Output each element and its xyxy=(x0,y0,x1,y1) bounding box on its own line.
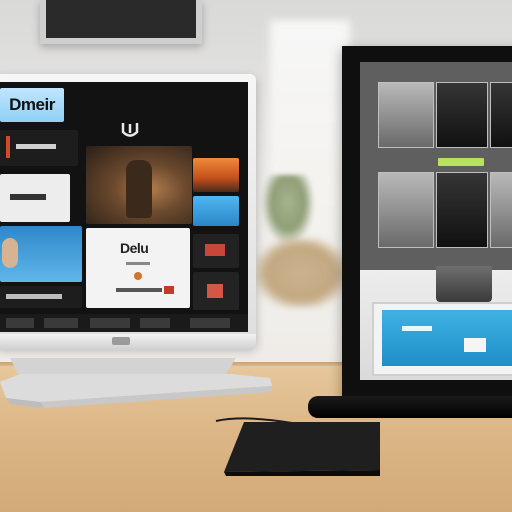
sunset-thumbnail[interactable] xyxy=(193,158,239,192)
menu-tile-3[interactable] xyxy=(0,226,82,282)
menu-tile-2[interactable] xyxy=(0,174,70,222)
side-thumbnail-text xyxy=(205,244,225,256)
featured-text-line xyxy=(116,288,162,292)
left-tv-stand xyxy=(0,352,272,410)
row-cell[interactable] xyxy=(190,318,230,328)
streaming-app-logo-text: Dmeir xyxy=(9,95,55,114)
row-cell[interactable] xyxy=(90,318,130,328)
row-cell[interactable] xyxy=(44,318,78,328)
potted-plant xyxy=(262,175,314,245)
album-thumbnail[interactable] xyxy=(490,82,512,148)
sky-thumbnail[interactable] xyxy=(193,196,239,226)
row-cell[interactable] xyxy=(6,318,34,328)
menu-tile-text xyxy=(6,294,62,299)
featured-dot-icon xyxy=(134,272,142,280)
section-label xyxy=(438,158,484,166)
featured-text-line xyxy=(126,262,150,265)
banner-logo xyxy=(464,338,486,352)
menu-tile-4[interactable] xyxy=(0,286,82,308)
side-thumbnail-1[interactable] xyxy=(193,234,239,268)
album-thumbnail[interactable] xyxy=(378,82,434,148)
portrait-thumbnail xyxy=(2,238,18,268)
banner-blue-panel xyxy=(382,310,512,366)
left-tv-brand-badge xyxy=(112,337,130,345)
album-thumbnail[interactable] xyxy=(378,172,434,248)
menu-tile-text xyxy=(16,144,56,149)
wall-picture-frame xyxy=(40,0,202,44)
menu-tile-1[interactable] xyxy=(0,130,78,166)
desk-pad[interactable] xyxy=(224,420,382,476)
bottom-row-strip xyxy=(0,314,248,332)
featured-title: Delu xyxy=(120,240,149,256)
featured-tile[interactable]: Delu xyxy=(86,228,190,308)
row-cell[interactable] xyxy=(140,318,170,328)
album-thumbnail[interactable] xyxy=(490,172,512,248)
side-thumbnail-text xyxy=(207,284,223,298)
right-monitor-banner[interactable] xyxy=(372,302,512,376)
menu-accent-bar xyxy=(6,136,10,158)
right-monitor-stand-neck xyxy=(436,266,492,302)
left-tv-screen: Dmeir Delu xyxy=(0,82,248,332)
album-thumbnail[interactable] xyxy=(436,172,488,248)
album-thumbnail[interactable] xyxy=(436,82,488,148)
right-monitor-base xyxy=(308,396,512,418)
movie-thumbnail[interactable] xyxy=(86,146,192,224)
banner-text-line xyxy=(402,326,432,331)
right-monitor-screen xyxy=(360,62,512,270)
home-icon[interactable] xyxy=(118,120,142,140)
sofa-background xyxy=(256,238,346,308)
featured-badge xyxy=(164,286,174,294)
menu-tile-text xyxy=(10,194,46,200)
movie-figure xyxy=(126,160,152,218)
streaming-app-logo[interactable]: Dmeir xyxy=(0,88,64,122)
side-thumbnail-2[interactable] xyxy=(193,272,239,310)
